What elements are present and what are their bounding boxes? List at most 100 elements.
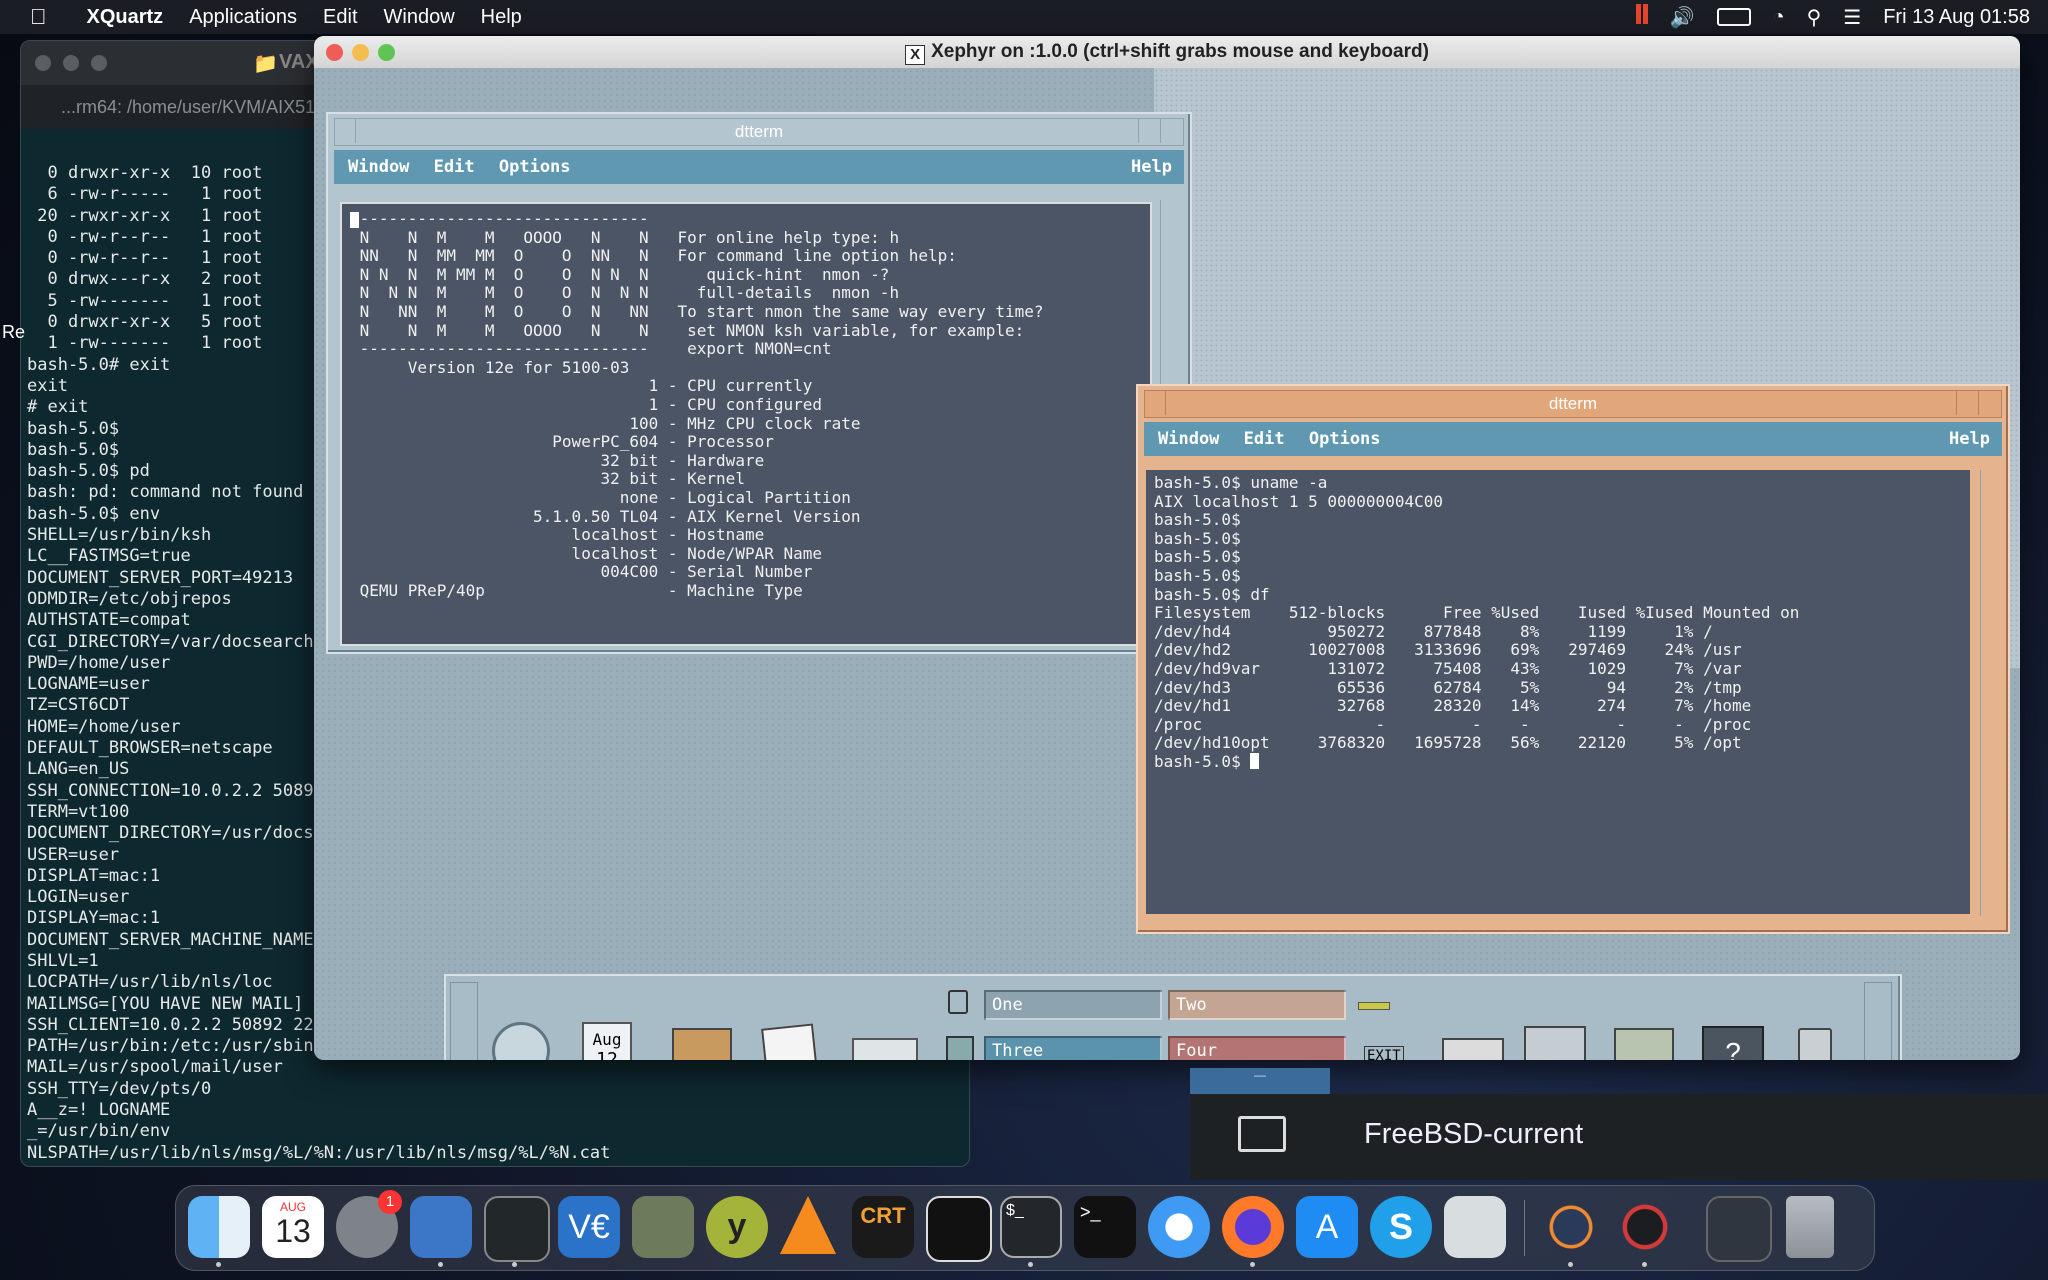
skype-icon[interactable]: S [1370, 1196, 1432, 1258]
menu-edit[interactable]: Edit [323, 6, 357, 29]
wifi-icon[interactable]: ◔ [1773, 6, 1785, 29]
clock-icon[interactable] [492, 1022, 550, 1060]
vnc-viewer-icon[interactable]: V€ [558, 1196, 620, 1258]
menubar-clock[interactable]: Fri 13 Aug 01:58 [1883, 6, 2030, 29]
activity-monitor-icon[interactable] [484, 1196, 550, 1262]
menu-edit[interactable]: Edit [434, 157, 475, 177]
terminal-alt-icon[interactable]: >_ [1074, 1196, 1136, 1258]
terminal-line: /proc - - - - - /proc [1154, 714, 1752, 734]
yacreader-icon[interactable]: y [706, 1196, 768, 1258]
minimize-button[interactable] [1138, 119, 1159, 143]
calendar-icon[interactable]: Aug 12 [582, 1022, 632, 1060]
workspace-manager-icon[interactable] [946, 1036, 974, 1060]
minimize-button[interactable] [352, 44, 369, 61]
battery-icon[interactable] [1716, 8, 1751, 26]
busy-light [1358, 1002, 1390, 1010]
running-indicator [438, 1262, 443, 1267]
window-menu-button[interactable] [335, 119, 356, 143]
terminal-app-icon[interactable]: $_ [1000, 1196, 1062, 1258]
zoom-button[interactable] [378, 44, 395, 61]
menu-window[interactable]: Window [1158, 429, 1219, 449]
minimized-window-icon[interactable] [1706, 1196, 1772, 1262]
calendar-app-icon[interactable]: AUG 13 [262, 1196, 324, 1258]
terminal-line: bash-5.0$ [1154, 528, 1241, 548]
menu-applications[interactable]: Applications [189, 6, 297, 29]
app-menu-xquartz[interactable]: XQuartz [87, 6, 164, 29]
dtterm-titlebar[interactable]: dtterm [1144, 390, 2002, 418]
cool-retro-term-icon[interactable]: CRT [852, 1196, 914, 1258]
xquartz-icon[interactable] [1540, 1196, 1602, 1258]
style-manager-icon[interactable] [1524, 1026, 1586, 1060]
apple-menu-icon[interactable]:  [30, 4, 47, 30]
finder-icon[interactable] [188, 1196, 250, 1258]
menu-window[interactable]: Window [384, 6, 455, 29]
app-store-icon[interactable]: A [1296, 1196, 1358, 1258]
menu-options[interactable]: Options [1309, 429, 1381, 449]
vm-display-icon[interactable] [410, 1196, 472, 1258]
vlc-icon[interactable] [780, 1196, 836, 1254]
lock-icon[interactable] [948, 990, 968, 1014]
dtterm-titlebar[interactable]: dtterm [334, 118, 1184, 146]
application-manager-icon[interactable] [1614, 1028, 1674, 1060]
running-indicator [1642, 1262, 1647, 1267]
terminal-line: NN N MM MM O O NN N For command line opt… [350, 246, 957, 266]
sheepshaver-icon[interactable] [632, 1196, 694, 1258]
control-center-icon[interactable]: ☰ [1843, 5, 1861, 30]
xephyr-title: Xephyr on :1.0.0 (ctrl+shift grabs mouse… [931, 41, 1429, 62]
close-button[interactable] [326, 44, 343, 61]
minimize-button[interactable] [1956, 391, 1977, 415]
dtterm-nmon-window[interactable]: dtterm Window Edit Options Help --------… [326, 112, 1192, 654]
menu-window[interactable]: Window [348, 157, 409, 177]
maximize-button[interactable] [1978, 391, 2001, 415]
minimize-button[interactable] [63, 55, 79, 71]
recording-indicator-icon[interactable] [1634, 4, 1648, 30]
qemu-icon[interactable] [1614, 1196, 1676, 1258]
printer-icon[interactable] [1442, 1038, 1504, 1060]
xquartz-cube-icon[interactable] [926, 1196, 992, 1262]
background-terminal-title: VAX [279, 51, 319, 73]
help-manager-icon[interactable]: ? [1702, 1026, 1764, 1060]
terminal-line: bash-5.0$ [1154, 510, 1241, 530]
system-preferences-icon[interactable]: 1 [336, 1190, 402, 1258]
zoom-button[interactable] [91, 55, 107, 71]
dtterm-df-screen[interactable]: bash-5.0$ uname -a AIX localhost 1 5 0000… [1146, 470, 1970, 914]
spotlight-search-icon[interactable]: ⚲ [1807, 5, 1822, 30]
trash-icon[interactable] [1798, 1028, 1832, 1060]
safari-icon[interactable] [1148, 1196, 1210, 1258]
firefox-icon[interactable] [1222, 1196, 1284, 1258]
terminal-line: /dev/hd4 950272 877848 8% 1199 1% / [1154, 621, 1713, 641]
menu-help[interactable]: Help [481, 6, 522, 29]
xephyr-window[interactable]: X Xephyr on :1.0.0 (ctrl+shift grabs mous… [314, 36, 2020, 1060]
text-editor-icon[interactable] [761, 1023, 819, 1060]
terminal-line: MAIL=/usr/spool/mail/user [27, 1057, 283, 1078]
panel-left-handle[interactable] [450, 982, 478, 1060]
cde-desktop[interactable]: dtterm Window Edit Options Help --------… [314, 68, 2020, 1060]
workspace-one[interactable]: One [984, 990, 1162, 1020]
trash-icon[interactable] [1786, 1196, 1834, 1258]
dtterm-df-window[interactable]: dtterm Window Edit Options Help bash-5.0… [1136, 384, 2010, 934]
freebsd-vm-window[interactable]: — FreeBSD-current [1190, 1068, 2048, 1180]
dtterm-nmon-screen[interactable]: ------------------------------ N N M M O… [340, 202, 1152, 646]
file-manager-icon[interactable] [672, 1028, 732, 1060]
exit-button[interactable]: EXIT [1364, 1046, 1404, 1060]
terminal-line: N NN M M O O N NN To start nmon the same… [350, 301, 1044, 321]
menu-edit[interactable]: Edit [1244, 429, 1285, 449]
dtterm-title: dtterm [1548, 394, 1598, 413]
xephyr-titlebar[interactable]: X Xephyr on :1.0.0 (ctrl+shift grabs mous… [314, 36, 2020, 68]
menu-help[interactable]: Help [1131, 150, 1172, 184]
terminal-line: 5.1.0.50 TL04 - AIX Kernel Version [350, 506, 861, 526]
workspace-four[interactable]: Four [1168, 1036, 1346, 1060]
workspace-three[interactable]: Three [984, 1036, 1162, 1060]
menu-options[interactable]: Options [499, 157, 571, 177]
vertical-scrollbar[interactable] [1980, 470, 2001, 916]
menu-help[interactable]: Help [1949, 422, 1990, 456]
window-menu-button[interactable] [1145, 391, 1166, 415]
workspace-two[interactable]: Two [1168, 990, 1346, 1020]
panel-right-handle[interactable] [1864, 982, 1892, 1060]
volume-icon[interactable]: 🔊 [1670, 5, 1695, 30]
mailer-icon[interactable] [852, 1038, 918, 1060]
maximize-button[interactable] [1160, 119, 1183, 143]
disk-utility-icon[interactable] [1444, 1196, 1506, 1258]
close-button[interactable] [35, 55, 51, 71]
terminal-line: none - Logical Partition [350, 487, 851, 507]
